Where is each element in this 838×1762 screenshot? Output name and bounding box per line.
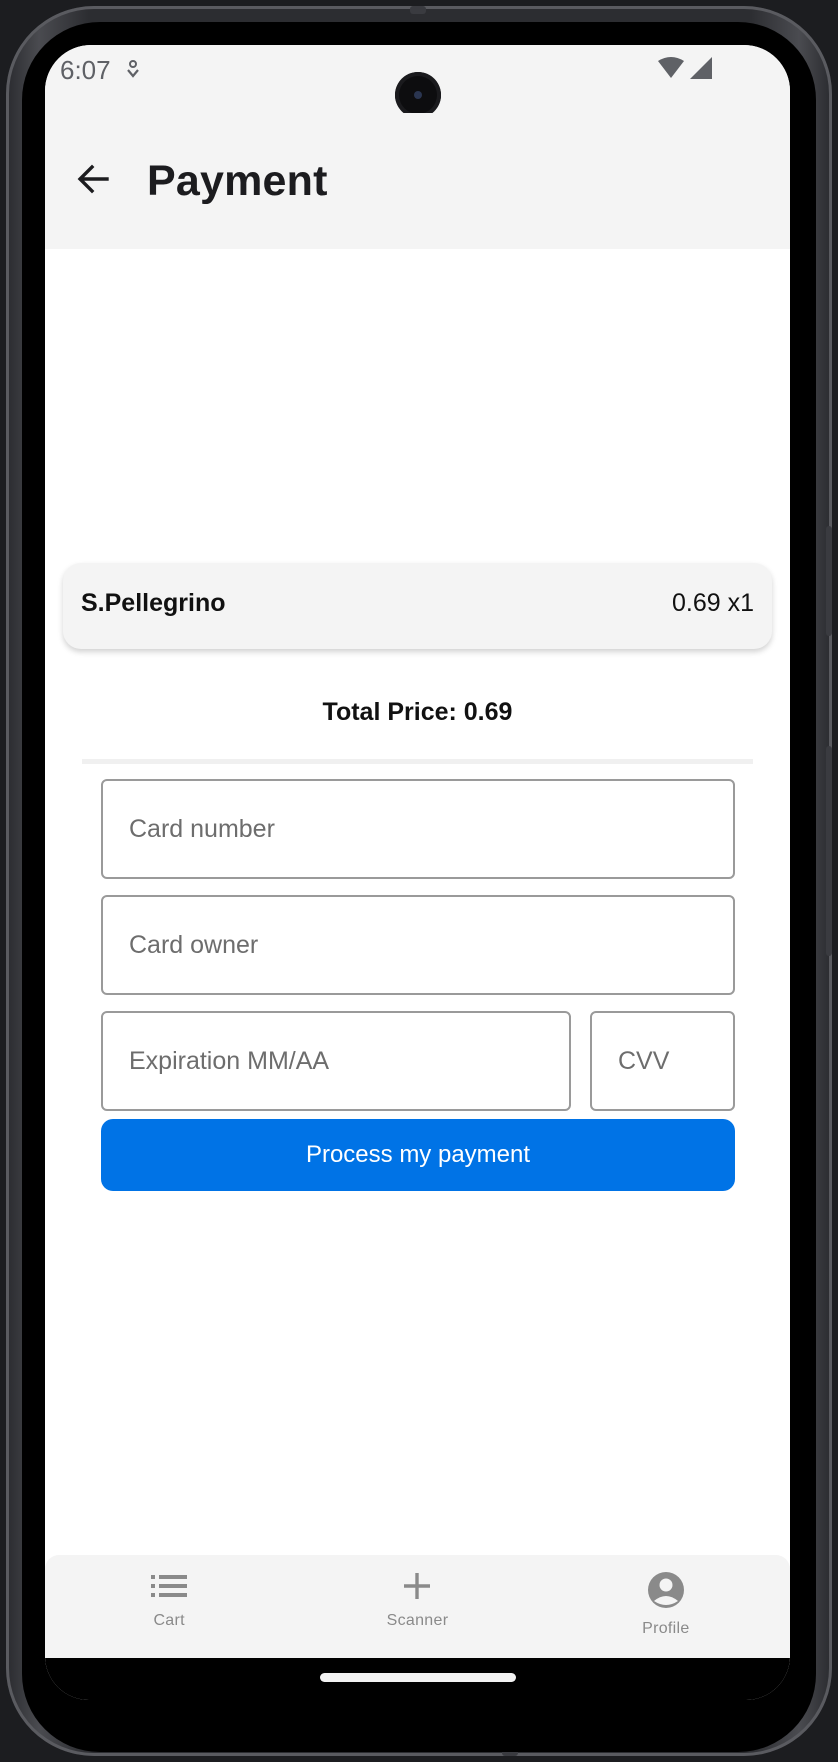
notification-icon — [125, 59, 141, 84]
nav-item-cart[interactable]: Cart — [45, 1555, 293, 1658]
app-bar: Payment — [45, 113, 790, 249]
volume-button — [826, 746, 832, 956]
list-icon — [151, 1571, 188, 1606]
arrow-back-icon — [75, 161, 111, 202]
status-time: 6:07 — [60, 55, 111, 85]
expiration-field[interactable] — [101, 1011, 571, 1111]
nav-label-scanner: Scanner — [386, 1612, 449, 1629]
home-indicator[interactable] — [320, 1673, 516, 1682]
total-price: Total Price: 0.69 — [322, 698, 513, 726]
plus-icon — [402, 1571, 432, 1606]
back-button[interactable] — [67, 155, 119, 207]
nav-label-profile: Profile — [642, 1620, 690, 1637]
nav-label-cart: Cart — [153, 1612, 185, 1629]
signal-icon — [690, 57, 712, 84]
card-number-field[interactable] — [101, 779, 735, 879]
page-title: Payment — [147, 157, 328, 205]
card-owner-field[interactable] — [101, 895, 735, 995]
frame-notch-top — [410, 6, 426, 14]
power-button — [826, 526, 832, 636]
card-owner-input[interactable] — [129, 897, 719, 993]
cvv-input[interactable] — [618, 1013, 719, 1109]
cart-item-price-quantity: 0.69 x1 — [671, 589, 754, 617]
cart-item-name: S.Pellegrino — [81, 589, 226, 617]
process-payment-button[interactable]: Process my payment — [101, 1119, 735, 1191]
status-bar: 6:07 — [45, 45, 790, 118]
cart-item: S.Pellegrino 0.69 x1 — [63, 563, 772, 649]
cvv-field[interactable] — [590, 1011, 735, 1111]
app-screen: 6:07 Payment S.Pellegrino 0.69 x1 Total … — [45, 45, 790, 1700]
account-circle-icon — [647, 1571, 685, 1614]
status-icons — [658, 57, 712, 84]
bottom-navigation: Cart Scanner Profile — [45, 1555, 790, 1658]
wifi-icon — [658, 57, 684, 84]
card-number-input[interactable] — [129, 781, 719, 877]
front-camera — [395, 72, 441, 118]
nav-item-profile[interactable]: Profile — [542, 1555, 790, 1658]
divider — [82, 759, 753, 764]
nav-item-scanner[interactable]: Scanner — [293, 1555, 541, 1658]
expiration-input[interactable] — [129, 1013, 555, 1109]
